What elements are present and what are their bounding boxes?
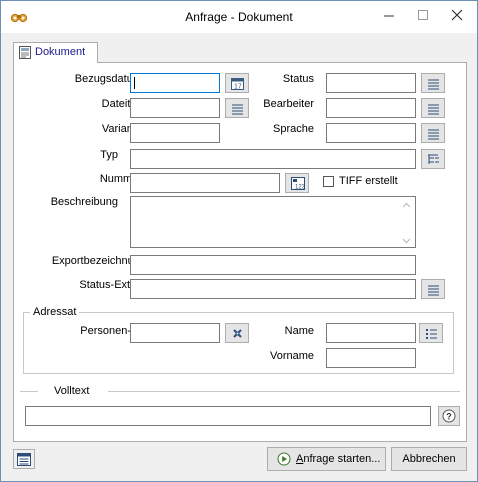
maximize-icon xyxy=(418,10,428,20)
tools-icon xyxy=(233,329,242,338)
dateityp-field[interactable] xyxy=(130,98,220,118)
play-icon xyxy=(277,452,291,466)
volltext-help-button[interactable]: ? xyxy=(438,406,460,426)
minimize-icon xyxy=(384,15,394,17)
beschreibung-label: Beschreibung xyxy=(50,196,118,208)
adressat-legend: Adressat xyxy=(30,306,80,318)
sprache-field[interactable] xyxy=(326,123,416,143)
nummer-generate-button[interactable]: 123 xyxy=(285,173,309,193)
status-label: Status xyxy=(282,73,314,85)
typ-label: Typ xyxy=(100,149,118,161)
bezugsdatum-field[interactable] xyxy=(130,73,220,93)
sprache-label: Sprache xyxy=(273,123,314,135)
title-bar: Anfrage - Dokument xyxy=(1,1,477,33)
volltext-label: Volltext xyxy=(54,385,90,397)
tree-icon xyxy=(428,154,439,164)
tiff-checkbox[interactable] xyxy=(323,176,334,187)
name-label: Name xyxy=(284,325,314,337)
question-icon: ? xyxy=(442,409,456,423)
volltext-separator-right xyxy=(108,391,460,392)
variante-field[interactable] xyxy=(130,123,220,143)
bearbeiter-list-button[interactable] xyxy=(421,98,445,118)
name-details-button[interactable] xyxy=(419,323,443,343)
name-field[interactable] xyxy=(326,323,416,343)
typ-tree-button[interactable] xyxy=(421,149,445,169)
list-icon xyxy=(232,104,243,115)
cancel-label: Abbrechen xyxy=(402,453,456,465)
beschreibung-textarea[interactable] xyxy=(130,196,416,248)
form-view-button[interactable] xyxy=(13,449,35,469)
beschreibung-scrollbar[interactable] xyxy=(399,198,414,246)
list-icon xyxy=(428,104,439,115)
list-icon xyxy=(428,285,439,296)
numbering-icon: 123 xyxy=(291,177,305,190)
status-list-button[interactable] xyxy=(421,73,445,93)
status-field[interactable] xyxy=(326,73,416,93)
document-icon xyxy=(19,46,31,59)
list-icon xyxy=(428,129,439,140)
sprache-list-button[interactable] xyxy=(421,123,445,143)
vorname-field[interactable] xyxy=(326,348,416,368)
personen-pick-button[interactable] xyxy=(225,323,249,343)
dateityp-list-button[interactable] xyxy=(225,98,249,118)
form-panel: Bezugsdatum 17 Status Dateityp Bearbeite… xyxy=(13,62,467,442)
minimize-button[interactable] xyxy=(377,3,403,29)
typ-field[interactable] xyxy=(130,149,416,169)
vorname-label: Vorname xyxy=(269,350,314,362)
volltext-separator-left xyxy=(20,391,38,392)
svg-text:123: 123 xyxy=(295,185,305,191)
tab-label: Dokument xyxy=(35,46,86,58)
svg-text:?: ? xyxy=(446,412,452,422)
bearbeiter-field[interactable] xyxy=(326,98,416,118)
close-button[interactable] xyxy=(445,3,471,29)
start-query-button[interactable]: Anfrage starten... xyxy=(267,447,386,471)
exportbezeichnung-field[interactable] xyxy=(130,255,416,275)
text-caret xyxy=(134,77,135,89)
bearbeiter-label: Bearbeiter xyxy=(263,98,314,110)
calendar-icon: 17 xyxy=(231,78,244,91)
maximize-button[interactable] xyxy=(411,3,437,29)
tiff-label: TIFF erstellt xyxy=(339,175,398,187)
volltext-field[interactable] xyxy=(25,406,431,426)
dialog-window: Anfrage - Dokument Dokument Bezugsdatum xyxy=(0,0,478,482)
personen-id-field[interactable] xyxy=(130,323,220,343)
details-list-icon xyxy=(426,329,437,339)
window-title: Anfrage - Dokument xyxy=(185,10,293,24)
tab-dokument[interactable]: Dokument xyxy=(13,42,98,63)
start-query-label: Anfrage starten... xyxy=(296,453,381,465)
calendar-button[interactable]: 17 xyxy=(225,73,249,93)
status-extern-list-button[interactable] xyxy=(421,279,445,299)
cancel-button[interactable]: Abbrechen xyxy=(391,447,467,471)
close-icon xyxy=(451,9,463,21)
list-icon xyxy=(428,79,439,90)
svg-text:17: 17 xyxy=(234,84,242,91)
form-icon xyxy=(17,453,31,466)
status-extern-field[interactable] xyxy=(130,279,416,299)
nummer-field[interactable] xyxy=(130,173,280,193)
